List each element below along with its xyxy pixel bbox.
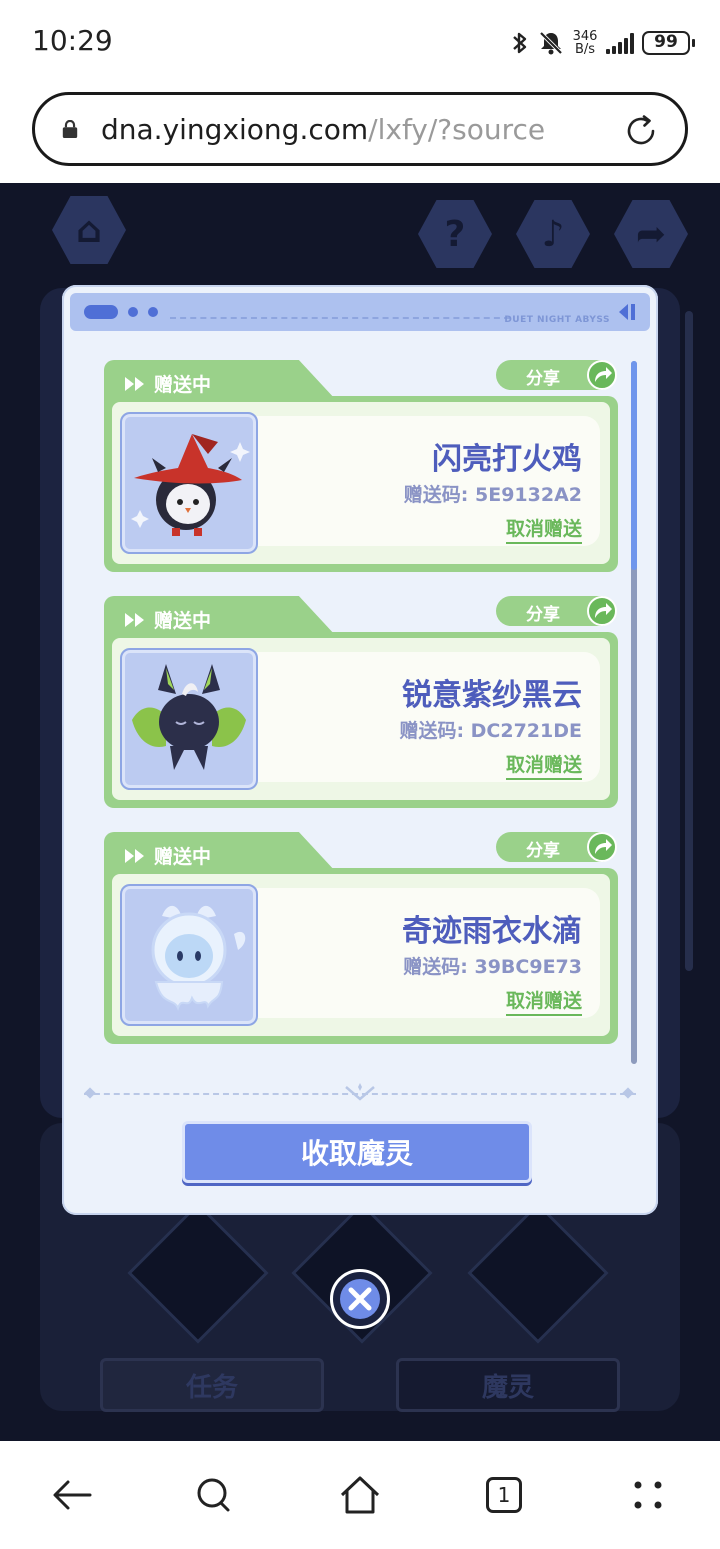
search-icon[interactable] [190,1471,238,1519]
address-bar[interactable]: dna.yingxiong.com/lxfy/?source [32,92,688,166]
close-modal-button[interactable] [330,1269,390,1329]
status-time: 10:29 [32,24,113,57]
music-icon[interactable]: ♪ [516,199,590,269]
divider-dot [622,1087,634,1099]
back-arrow-icon[interactable] [48,1471,96,1519]
list-scrollbar[interactable] [631,361,637,1064]
background-scrollbar [685,311,693,971]
header-dot [148,307,158,317]
gift-card: 赠送中 分享 [104,360,620,574]
gift-list: 赠送中 分享 闪亮打火鸡 赠送码: 5E9132A2 取消赠送 赠送中 分享 锐… [104,360,622,1050]
tab-count: 1 [486,1477,522,1513]
modal-header: DUET NIGHT ABYSS [70,293,650,331]
more-menu-icon[interactable] [624,1471,672,1519]
share-arrow-icon [587,360,617,390]
creature-name: 闪亮打火鸡 [432,442,582,477]
gift-card: 赠送中 分享 [104,596,620,810]
lock-icon [62,120,78,138]
collect-spirits-button[interactable]: 收取魔灵 [182,1121,532,1183]
share-label: 分享 [526,605,560,625]
creature-name: 锐意紫纱黑云 [402,678,582,713]
share-button[interactable]: 分享 [496,596,617,626]
creature-thumbnail [120,648,258,790]
creature-thumbnail [120,412,258,554]
help-icon[interactable]: ? [418,199,492,269]
chevron-down-icon [345,1083,375,1101]
url-text[interactable]: dna.yingxiong.com/lxfy/?source [101,113,545,146]
gift-code: 赠送码: 5E9132A2 [403,484,582,506]
share-arrow-icon [587,832,617,862]
status-text: 赠送中 [154,374,212,396]
status-label: 赠送中 [124,842,211,869]
signal-icon [606,32,634,54]
home-icon[interactable] [336,1471,384,1519]
share-button[interactable]: 分享 [496,832,617,862]
share-icon[interactable]: ➦ [614,199,688,269]
status-icons: 346 B/s 99 [510,28,695,58]
spirit-button[interactable]: 魔灵 [396,1358,620,1412]
status-bar: 10:29 346 B/s 99 [0,0,720,86]
water-drop-image [151,905,246,1011]
dark-cloud-image [132,664,246,770]
fast-forward-icon [125,612,144,627]
share-arrow-icon [587,596,617,626]
header-dot [128,307,138,317]
cancel-gift-link[interactable]: 取消赠送 [505,514,582,544]
home-icon[interactable]: ⌂ [52,195,126,265]
reload-icon[interactable] [623,113,659,149]
cancel-gift-link[interactable]: 取消赠送 [505,986,582,1016]
task-button[interactable]: 任务 [100,1358,324,1412]
header-pill [84,305,118,319]
gift-list-modal: DUET NIGHT ABYSS 赠送中 分享 闪亮打火鸡 赠送码: 5E913… [62,285,658,1215]
status-label: 赠送中 [124,370,211,397]
screen: 10:29 346 B/s 99 dna.yingxiong.com/lxfy/… [0,0,720,1549]
fire-chicken-image [131,434,250,536]
mute-bell-icon [539,31,563,55]
web-content: ⌂ ? ♪ ➦ 任务 魔灵 DUET NIGHT ABYSS 赠送中 分享 闪亮… [0,183,720,1441]
tab-switcher-button[interactable]: 1 [480,1471,528,1519]
battery-icon: 99 [642,31,695,55]
share-button[interactable]: 分享 [496,360,617,390]
network-speed: 346 B/s [572,30,598,56]
net-speed-unit: B/s [574,42,596,57]
gift-card: 赠送中 分享 [104,832,620,1046]
list-scrollbar-thumb[interactable] [631,361,637,570]
url-domain: dna.yingxiong.com [101,113,369,146]
bluetooth-icon [513,32,527,54]
gift-code: 赠送码: 39BC9E73 [403,956,582,978]
cancel-gift-link[interactable]: 取消赠送 [505,750,582,780]
creature-name: 奇迹雨衣水滴 [402,914,582,949]
fast-forward-icon [125,848,144,863]
brand-label: DUET NIGHT ABYSS [504,315,610,325]
collapse-arrow-icon [619,304,635,320]
header-line [170,317,510,319]
divider-dot [84,1087,96,1099]
creature-thumbnail [120,884,258,1026]
close-icon [340,1279,380,1319]
share-label: 分享 [526,841,560,861]
browser-bottom-nav: 1 [0,1441,720,1549]
fast-forward-icon [125,376,144,391]
gift-code: 赠送码: DC2721DE [399,720,582,742]
url-path: /lxfy/?source [368,113,546,146]
status-text: 赠送中 [154,610,212,632]
status-label: 赠送中 [124,606,211,633]
status-text: 赠送中 [154,846,212,868]
share-label: 分享 [526,369,560,389]
